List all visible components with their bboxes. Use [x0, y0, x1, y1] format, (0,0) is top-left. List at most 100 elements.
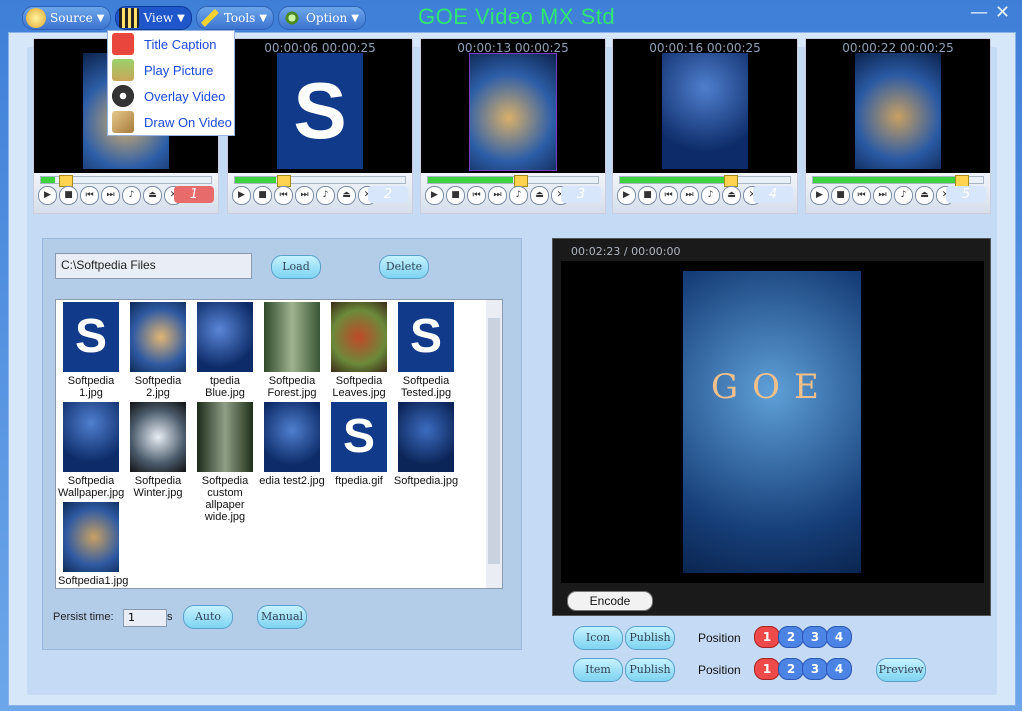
- play-icon[interactable]: ▶: [38, 186, 57, 205]
- stop-icon[interactable]: ■: [831, 186, 850, 205]
- list-item[interactable]: Softpedia Forest.jpg: [259, 302, 325, 399]
- stop-icon[interactable]: ■: [59, 186, 78, 205]
- volume-icon[interactable]: ♪: [894, 186, 913, 205]
- image-thumbnail: [197, 302, 253, 372]
- position-2-button[interactable]: 2: [778, 658, 804, 680]
- file-panel: C:\Softpedia Files Load Delete S Softpedi…: [42, 238, 522, 650]
- icon-publish-button[interactable]: Publish: [625, 626, 675, 650]
- list-item[interactable]: Softpedia custom allpaper wide.jpg: [192, 402, 258, 523]
- delete-button[interactable]: Delete: [379, 255, 429, 279]
- menu-option-label: Option: [306, 11, 348, 25]
- list-item[interactable]: Softpedia Winter.jpg: [125, 402, 191, 499]
- menu-item-overlay-video[interactable]: Overlay Video: [108, 83, 234, 109]
- menu-tools[interactable]: Tools ▼: [195, 6, 275, 30]
- manual-button[interactable]: Manual: [257, 605, 307, 629]
- folder-path-field[interactable]: C:\Softpedia Files: [55, 253, 252, 279]
- volume-icon[interactable]: ♪: [122, 186, 141, 205]
- play-icon[interactable]: ▶: [810, 186, 829, 205]
- eject-icon[interactable]: ⏏: [337, 186, 356, 205]
- next-icon[interactable]: ⏭: [295, 186, 314, 205]
- scrollbar-thumb[interactable]: [488, 318, 500, 564]
- volume-icon[interactable]: ♪: [316, 186, 335, 205]
- eject-icon[interactable]: ⏏: [915, 186, 934, 205]
- volume-icon[interactable]: ♪: [509, 186, 528, 205]
- file-name: Softpedia 2.jpg: [134, 375, 182, 399]
- list-item[interactable]: tpedia Blue.jpg: [192, 302, 258, 399]
- menu-item-draw-on-video[interactable]: Draw On Video: [108, 109, 234, 135]
- seek-slider[interactable]: [812, 175, 984, 187]
- video-slot-3[interactable]: 00:00:13 00:00:25 ▶■⏮⏭♪⏏✕ 3: [420, 38, 606, 214]
- position-1-button[interactable]: 1: [754, 626, 780, 648]
- menu-view[interactable]: View ▼: [115, 6, 192, 30]
- stop-icon[interactable]: ■: [446, 186, 465, 205]
- draw-on-video-icon: [112, 111, 134, 133]
- chevron-down-icon: ▼: [351, 12, 359, 24]
- list-item[interactable]: Softpedia Wallpaper.jpg: [58, 402, 124, 499]
- position-4-button[interactable]: 4: [826, 626, 852, 648]
- list-item[interactable]: Softpedia1.jpg: [58, 502, 128, 587]
- next-icon[interactable]: ⏭: [873, 186, 892, 205]
- item-position-selector: 1 2 3 4: [754, 658, 852, 680]
- seek-slider[interactable]: [40, 175, 212, 187]
- persist-time-input[interactable]: 1: [123, 609, 167, 627]
- file-name-line2: Tested.jpg: [400, 387, 452, 399]
- play-icon[interactable]: ▶: [425, 186, 444, 205]
- list-item[interactable]: Softpedia Leaves.jpg: [326, 302, 392, 399]
- position-1-button[interactable]: 1: [754, 658, 780, 680]
- list-item[interactable]: Softpedia 2.jpg: [125, 302, 191, 399]
- stop-icon[interactable]: ■: [638, 186, 657, 205]
- list-item[interactable]: S Softpedia Tested.jpg: [393, 302, 459, 399]
- file-name: Softpedia: [134, 475, 182, 487]
- seek-slider[interactable]: [619, 175, 791, 187]
- next-icon[interactable]: ⏭: [680, 186, 699, 205]
- icon-button[interactable]: Icon: [573, 626, 623, 650]
- eject-icon[interactable]: ⏏: [143, 186, 162, 205]
- menu-item-title-caption[interactable]: Title Caption: [108, 31, 234, 57]
- position-3-button[interactable]: 3: [802, 658, 828, 680]
- chevron-down-icon: ▼: [259, 12, 268, 24]
- eject-icon[interactable]: ⏏: [530, 186, 549, 205]
- close-button[interactable]: ✕: [995, 2, 1010, 23]
- position-2-button[interactable]: 2: [778, 626, 804, 648]
- list-item[interactable]: Sftpedia.gif: [326, 402, 392, 487]
- video-slot-4[interactable]: 00:00:16 00:00:25 ▶■⏮⏭♪⏏✕ 4: [612, 38, 798, 214]
- list-item[interactable]: Softpedia.jpg: [393, 402, 459, 487]
- prev-icon[interactable]: ⏮: [852, 186, 871, 205]
- next-icon[interactable]: ⏭: [488, 186, 507, 205]
- prev-icon[interactable]: ⏮: [467, 186, 486, 205]
- stop-icon[interactable]: ■: [253, 186, 272, 205]
- video-slot-5[interactable]: 00:00:22 00:00:25 ▶■⏮⏭♪⏏✕ 5: [805, 38, 991, 214]
- scrollbar[interactable]: [486, 300, 502, 588]
- position-label: Position: [698, 631, 741, 645]
- prev-icon[interactable]: ⏮: [274, 186, 293, 205]
- next-icon[interactable]: ⏭: [101, 186, 120, 205]
- position-4-button[interactable]: 4: [826, 658, 852, 680]
- prev-icon[interactable]: ⏮: [80, 186, 99, 205]
- seek-slider[interactable]: [427, 175, 599, 187]
- play-picture-icon: [112, 59, 134, 81]
- auto-button[interactable]: Auto: [183, 605, 233, 629]
- position-3-button[interactable]: 3: [802, 626, 828, 648]
- load-button[interactable]: Load: [271, 255, 321, 279]
- video-number: 1: [174, 186, 214, 203]
- volume-icon[interactable]: ♪: [701, 186, 720, 205]
- seek-slider[interactable]: [234, 175, 406, 187]
- encode-button[interactable]: Encode: [567, 591, 653, 611]
- video-slot-2[interactable]: 00:00:06 00:00:25 S ▶■⏮⏭♪⏏✕ 2: [227, 38, 413, 214]
- video-controls: ▶■⏮⏭♪⏏✕ 3: [421, 173, 605, 213]
- list-item[interactable]: edia test2.jpg: [259, 402, 325, 487]
- position-label: Position: [698, 663, 741, 677]
- minimize-button[interactable]: —: [970, 2, 988, 23]
- item-button[interactable]: Item: [573, 658, 623, 682]
- list-item[interactable]: S Softpedia 1.jpg: [58, 302, 124, 399]
- preview-button[interactable]: Preview: [876, 658, 926, 682]
- menu-option[interactable]: Option ▼: [278, 6, 366, 30]
- play-icon[interactable]: ▶: [232, 186, 251, 205]
- menu-item-play-picture[interactable]: Play Picture: [108, 57, 234, 83]
- item-publish-button[interactable]: Publish: [625, 658, 675, 682]
- play-icon[interactable]: ▶: [617, 186, 636, 205]
- eject-icon[interactable]: ⏏: [722, 186, 741, 205]
- menu-source[interactable]: Source ▼: [22, 6, 112, 30]
- prev-icon[interactable]: ⏮: [659, 186, 678, 205]
- image-thumbnail: [130, 302, 186, 372]
